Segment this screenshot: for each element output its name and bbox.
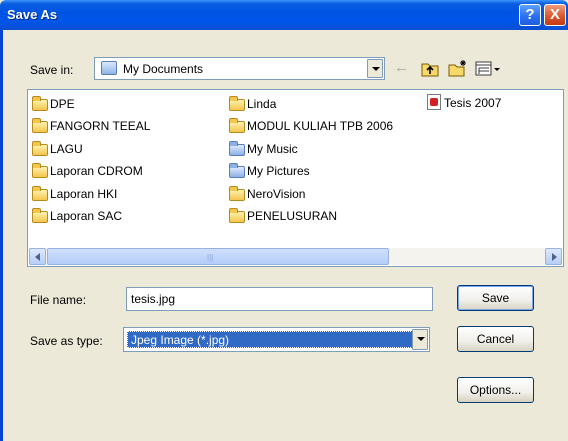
folder-icon bbox=[32, 186, 48, 201]
folder-icon bbox=[229, 118, 245, 133]
folder-icon bbox=[32, 118, 48, 133]
cancel-button[interactable]: Cancel bbox=[457, 326, 534, 352]
list-item-label: NeroVision bbox=[247, 187, 306, 201]
list-item-label: DPE bbox=[50, 97, 75, 111]
my-documents-icon bbox=[101, 61, 117, 75]
scroll-right-button[interactable] bbox=[545, 248, 562, 265]
save-in-label: Save in: bbox=[30, 63, 74, 77]
save-button[interactable]: Save bbox=[457, 285, 534, 311]
scroll-left-button[interactable] bbox=[29, 248, 46, 265]
chevron-down-icon[interactable] bbox=[367, 59, 383, 78]
pictures-folder-icon bbox=[229, 163, 245, 178]
chevron-down-icon[interactable] bbox=[412, 329, 428, 350]
file-name-input[interactable]: tesis.jpg bbox=[126, 287, 433, 311]
save-in-value: My Documents bbox=[123, 62, 204, 76]
close-button[interactable]: X bbox=[544, 4, 566, 26]
horizontal-scrollbar[interactable]: ||| bbox=[29, 248, 562, 265]
folder-icon bbox=[229, 96, 245, 111]
list-item-label: Linda bbox=[247, 97, 277, 111]
folder-icon bbox=[32, 163, 48, 178]
back-icon[interactable]: ← bbox=[394, 60, 409, 76]
help-button[interactable]: ? bbox=[519, 4, 541, 26]
save-as-type-value: Jpeg Image (*.jpg) bbox=[127, 331, 413, 348]
views-menu-icon[interactable] bbox=[475, 60, 501, 77]
options-button[interactable]: Options... bbox=[457, 377, 534, 403]
save-as-type-dropdown[interactable]: Jpeg Image (*.jpg) bbox=[123, 327, 430, 352]
save-in-dropdown[interactable]: My Documents bbox=[94, 57, 385, 80]
file-list[interactable]: DPE FANGORN TEEAL LAGU Laporan CDROM Lap… bbox=[27, 89, 564, 267]
folder-icon bbox=[229, 186, 245, 201]
dialog-title: Save As bbox=[7, 7, 58, 22]
list-item-label: LAGU bbox=[50, 142, 83, 156]
list-item-label: Tesis 2007 bbox=[444, 96, 502, 110]
list-item-label: Laporan SAC bbox=[50, 209, 123, 223]
save-as-dialog: Save As ? X Save in: My Documents ← DPE … bbox=[0, 0, 568, 441]
save-as-type-label: Save as type: bbox=[30, 334, 103, 348]
list-item-label: Laporan HKI bbox=[50, 187, 118, 201]
pdf-file-icon bbox=[427, 94, 441, 110]
music-folder-icon bbox=[229, 141, 245, 156]
list-item-label: My Pictures bbox=[247, 164, 310, 178]
new-folder-icon[interactable] bbox=[448, 59, 468, 77]
folder-icon bbox=[229, 208, 245, 223]
list-item-label: MODUL KULIAH TPB 2006 bbox=[247, 119, 394, 133]
folder-icon bbox=[32, 141, 48, 156]
scrollbar-thumb[interactable]: ||| bbox=[47, 248, 389, 265]
list-item-label: FANGORN TEEAL bbox=[50, 119, 151, 133]
title-bar[interactable]: Save As ? X bbox=[0, 0, 568, 30]
list-item-label: Laporan CDROM bbox=[50, 164, 143, 178]
list-item-label: My Music bbox=[247, 142, 298, 156]
up-folder-icon[interactable] bbox=[421, 60, 440, 77]
list-item-label: PENELUSURAN bbox=[247, 209, 338, 223]
folder-icon bbox=[32, 208, 48, 223]
window-border bbox=[0, 30, 3, 441]
grip-icon: ||| bbox=[207, 253, 214, 262]
file-name-label: File name: bbox=[30, 293, 87, 307]
folder-icon bbox=[32, 96, 48, 111]
